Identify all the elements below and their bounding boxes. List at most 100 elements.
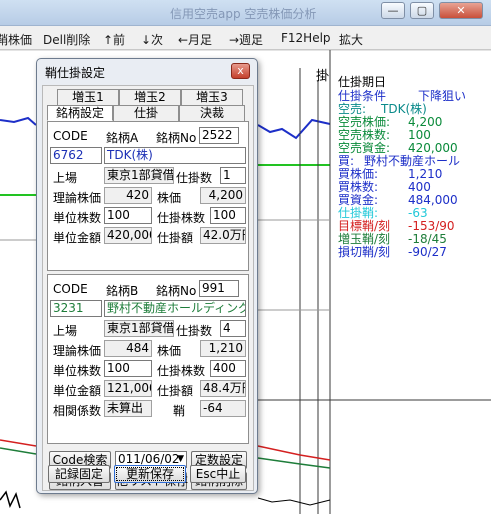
chart-header-char: 掛 (316, 69, 329, 84)
menu-item-help[interactable]: F12Help (281, 31, 331, 45)
info-row-value: 400 (408, 180, 431, 194)
tab-add-1[interactable]: 増玉1 (57, 89, 119, 105)
stock-a-unit-shares-label: 単位株数 (53, 211, 102, 225)
info-row-label: 買資金: (338, 193, 379, 207)
stock-a-unit-amount-label: 単位金額 (53, 231, 102, 245)
info-row-value: -90/27 (408, 245, 447, 259)
stock-a-unit-shares-field[interactable]: 100 (104, 207, 152, 224)
menu-item-next[interactable]: ↓次 (141, 31, 163, 48)
stock-b-market-field: 東京1部貸借 (104, 320, 174, 337)
info-title: 仕掛期日 (338, 75, 387, 89)
info-row-value: 484,000 (408, 193, 458, 207)
stock-b-theo-price-label: 理論株価 (53, 344, 102, 358)
update-save-button[interactable]: 更新保存 (114, 465, 186, 483)
stock-b-unit-shares-label: 単位株数 (53, 364, 102, 378)
red-series-left (0, 439, 37, 447)
stock-b-count-field[interactable]: 4 (220, 320, 246, 337)
record-fixed-button[interactable]: 記録固定 (48, 465, 110, 483)
info-row-value: 4,200 (408, 115, 443, 129)
menu-item-weekly[interactable]: →週足 (229, 31, 263, 48)
stock-a-shares-field[interactable]: 100 (210, 207, 246, 224)
minimize-button[interactable]: — (381, 2, 405, 19)
stock-a-name-field[interactable]: TDK(株) (104, 147, 246, 164)
stock-a-market-label: 上場 (53, 171, 78, 185)
stock-b-count-label: 仕掛数 (176, 324, 213, 338)
stock-a-market-field: 東京1部貸借 (104, 167, 174, 184)
stock-b-unit-amount-label: 単位金額 (53, 384, 102, 398)
red-series-right (257, 445, 331, 461)
stock-a-unit-amount-field: 420,000 (104, 227, 152, 244)
stock-b-corr-field: 未算出 (104, 400, 152, 417)
stock-a-amount-label: 仕掛額 (157, 231, 194, 245)
esc-cancel-button[interactable]: Esc中止 (190, 465, 246, 483)
stock-a-no-field[interactable]: 2522 (199, 127, 239, 144)
spread-setting-dialog: 鞘仕掛設定 x 増玉1 増玉2 増玉3 銘柄設定 仕掛 決裁 CODE 銘柄A … (36, 58, 258, 494)
stock-a-code-label: CODE (53, 129, 88, 143)
info-row-label: 買株数: (338, 180, 379, 194)
stock-b-code-field[interactable]: 3231 (50, 300, 102, 317)
maximize-button[interactable]: ▢ (410, 2, 434, 19)
info-row-value: 下降狙い (418, 89, 467, 103)
close-button[interactable]: ✕ (439, 2, 483, 19)
stock-a-panel: CODE 銘柄A 銘柄No 2522 6762 TDK(株) 上場 東京1部貸借… (47, 121, 249, 271)
dialog-title: 鞘仕掛設定 (45, 66, 106, 80)
tab-settlement[interactable]: 決裁 (179, 105, 245, 121)
stock-b-no-label: 銘柄No (156, 284, 197, 298)
info-row-value: -153/90 (408, 219, 455, 233)
menu-item-prev[interactable]: ↑前 (103, 31, 125, 48)
info-row-label: 買: (338, 154, 355, 168)
info-row-value: 1,210 (408, 167, 443, 181)
stock-b-panel: CODE 銘柄B 銘柄No 991 3231 野村不動産ホールディング 上場 東… (47, 274, 249, 444)
black-series-right (257, 497, 331, 506)
info-row-label: 損切鞘/刻 (338, 245, 391, 259)
stock-b-corr-label: 相関係数 (53, 404, 102, 418)
stock-a-amount-field: 42.0万円 (200, 227, 246, 244)
stock-b-market-label: 上場 (53, 324, 78, 338)
stock-b-amount-label: 仕掛額 (157, 384, 194, 398)
stock-a-count-field[interactable]: 1 (220, 167, 246, 184)
info-row-label: 仕掛条件 (338, 89, 387, 103)
tab-stock-setting[interactable]: 銘柄設定 (47, 105, 113, 121)
window-title: 信用空売app 空売株価分析 (170, 7, 317, 21)
info-row-value: TDK(株) (381, 102, 427, 116)
dialog-close-button[interactable]: x (231, 63, 250, 79)
menu-bar: 鞘株価 Dell削除 ↑前 ↓次 ←月足 →週足 F12Help 拡大 (0, 26, 491, 50)
stock-b-price-label: 株価 (157, 344, 182, 358)
info-row-value: -63 (408, 206, 428, 220)
stock-b-name-field[interactable]: 野村不動産ホールディング (104, 300, 246, 317)
info-row-value: 420,000 (408, 141, 458, 155)
stock-a-code-field[interactable]: 6762 (50, 147, 102, 164)
tab-entry[interactable]: 仕掛 (113, 105, 179, 121)
window-titlebar: 信用空売app 空売株価分析 — ▢ ✕ (0, 0, 491, 26)
stock-a-shares-label: 仕掛株数 (157, 211, 206, 225)
stock-a-no-label: 銘柄No (156, 131, 197, 145)
stock-b-shares-field[interactable]: 400 (210, 360, 246, 377)
date-select-value: 011/06/02 (118, 452, 180, 466)
info-row-value: 野村不動産ホール (364, 154, 461, 168)
stock-a-price-field: 4,200 (200, 187, 246, 204)
menu-item-spread-price[interactable]: 鞘株価 (0, 31, 32, 48)
stock-b-spread-label: 鞘 (173, 404, 186, 418)
menu-item-monthly[interactable]: ←月足 (178, 31, 212, 48)
green-series-bottom-right (257, 457, 331, 469)
stock-b-code-label: CODE (53, 282, 88, 296)
menu-item-zoom[interactable]: 拡大 (339, 31, 363, 48)
menu-item-dell-delete[interactable]: Dell削除 (43, 31, 90, 48)
info-row-label: 仕掛鞘: (338, 206, 379, 220)
stock-b-no-field[interactable]: 991 (199, 280, 239, 297)
blue-series-left (0, 116, 37, 126)
stock-b-spread-field: -64 (200, 400, 246, 417)
stock-b-unit-shares-field[interactable]: 100 (104, 360, 152, 377)
tab-add-2[interactable]: 増玉2 (119, 89, 181, 105)
tab-add-3[interactable]: 増玉3 (181, 89, 243, 105)
green-series-bottom-left (0, 447, 37, 455)
info-row-value: 100 (408, 128, 431, 142)
stock-b-shares-label: 仕掛株数 (157, 364, 206, 378)
info-row-label: 空売株数: (338, 128, 391, 142)
black-series-bottom (0, 490, 21, 509)
stock-b-amount-field: 48.4万円 (200, 380, 246, 397)
stock-b-price-field: 1,210 (200, 340, 246, 357)
info-row-label: 空売: (338, 102, 367, 116)
stock-a-theo-price-label: 理論株価 (53, 191, 102, 205)
dialog-body: 増玉1 増玉2 増玉3 銘柄設定 仕掛 決裁 CODE 銘柄A 銘柄No 252… (42, 85, 254, 491)
